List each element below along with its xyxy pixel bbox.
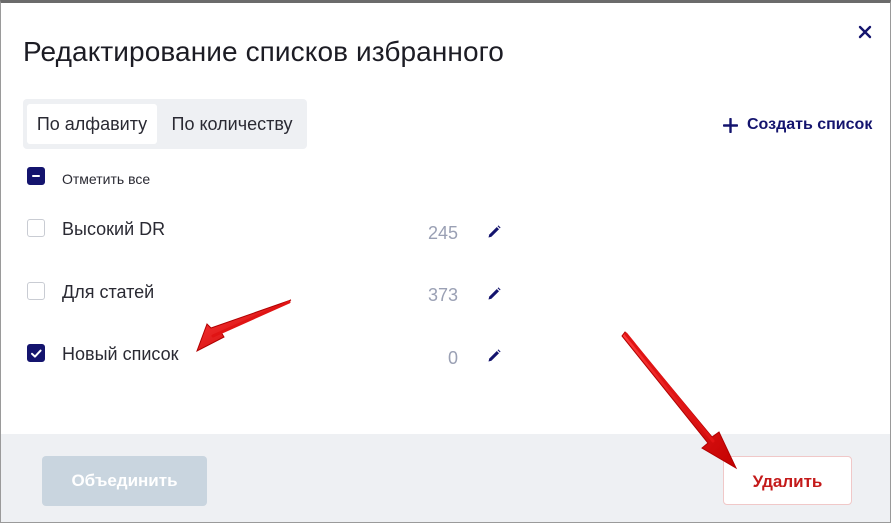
minus-icon: [32, 175, 40, 177]
list-checkbox[interactable]: [27, 282, 45, 300]
create-list-button[interactable]: Создать список: [723, 114, 872, 136]
list-count: 245: [427, 223, 458, 243]
tab-by-count[interactable]: По количеству: [161, 104, 303, 144]
pencil-icon[interactable]: [486, 286, 502, 302]
sort-tabs: По алфавиту По количеству: [23, 99, 307, 149]
pencil-icon[interactable]: [486, 224, 502, 240]
create-list-label: Создать список: [747, 116, 873, 133]
list-name: Высокий DR: [62, 219, 166, 239]
select-all-checkbox[interactable]: [27, 167, 45, 185]
list-checkbox[interactable]: [27, 344, 45, 362]
tab-alphabetical[interactable]: По алфавиту: [27, 104, 157, 144]
delete-button[interactable]: Удалить: [723, 456, 852, 505]
list-count: 373: [427, 285, 458, 305]
plus-icon: [723, 117, 738, 133]
pencil-icon[interactable]: [486, 348, 502, 364]
close-icon[interactable]: [856, 23, 874, 41]
select-all-label: Отметить все: [62, 171, 151, 187]
dialog-footer: Объединить Удалить: [1, 434, 890, 522]
checkmark-icon: [31, 349, 42, 358]
list-name: Новый список: [62, 344, 179, 364]
edit-favorites-dialog: Редактирование списков избранного По алф…: [0, 0, 891, 523]
list-count: 0: [447, 348, 458, 368]
merge-button[interactable]: Объединить: [42, 456, 207, 506]
list-checkbox[interactable]: [27, 219, 45, 237]
dialog-title: Редактирование списков избранного: [23, 36, 504, 67]
list-name: Для статей: [62, 282, 155, 302]
